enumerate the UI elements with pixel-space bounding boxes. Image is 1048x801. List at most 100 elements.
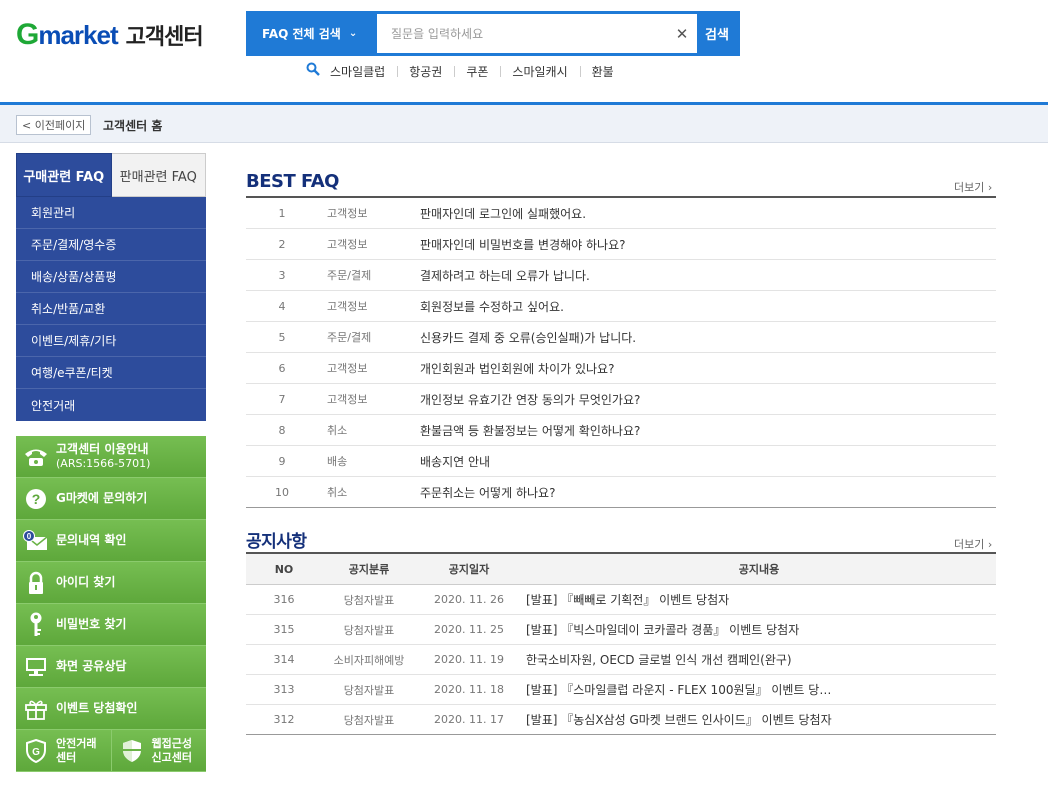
- faq-row[interactable]: 8 취소 환불금액 등 환불정보는 어떻게 확인하나요?: [246, 415, 996, 446]
- menu-item-delivery[interactable]: 배송/상품/상품평: [16, 261, 206, 293]
- search-input[interactable]: [377, 14, 667, 53]
- faq-no: 7: [278, 392, 286, 406]
- faq-category-menu: 회원관리 주문/결제/영수증 배송/상품/상품평 취소/반품/교환 이벤트/제휴…: [16, 197, 206, 421]
- faq-no: 2: [278, 237, 286, 251]
- faq-row[interactable]: 6 고객정보 개인회원과 법인회원에 차이가 있나요?: [246, 353, 996, 384]
- svg-text:?: ?: [32, 491, 41, 507]
- quicklink-coupon[interactable]: 쿠폰: [454, 63, 500, 80]
- menu-item-event[interactable]: 이벤트/제휴/기타: [16, 325, 206, 357]
- faq-row[interactable]: 9 배송 배송지연 안내: [246, 446, 996, 477]
- faq-category: 고객정보: [327, 393, 368, 406]
- best-faq-title: BEST FAQ: [246, 171, 340, 192]
- faq-question[interactable]: 개인정보 유효기간 연장 동의가 무엇인가요?: [420, 391, 996, 408]
- faq-row[interactable]: 10 취소 주문취소는 어떻게 하나요?: [246, 477, 996, 508]
- find-id-label: 아이디 찾기: [56, 575, 116, 589]
- header-date: 공지일자: [448, 563, 490, 576]
- faq-category: 주문/결제: [327, 269, 372, 282]
- faq-category: 고객정보: [327, 362, 368, 375]
- faq-question[interactable]: 환불금액 등 환불정보는 어떻게 확인하나요?: [420, 422, 996, 439]
- key-icon: [16, 612, 56, 638]
- logo-g: G: [16, 18, 39, 51]
- notice-title-link[interactable]: 한국소비자원, OECD 글로벌 인식 개선 캠페인(완구): [522, 651, 996, 668]
- faq-question[interactable]: 주문취소는 어떻게 하나요?: [420, 484, 996, 501]
- lock-icon: [16, 571, 56, 595]
- notice-category: 당첨자발표: [343, 623, 395, 637]
- inquiry-history-button[interactable]: 0 문의내역 확인: [16, 520, 206, 562]
- search-scope-select[interactable]: FAQ 전체 검색 ⌄: [249, 14, 377, 53]
- faq-category: 취소: [327, 424, 348, 437]
- inquiry-history-label: 문의내역 확인: [56, 533, 127, 547]
- table-row[interactable]: 314 소비자피해예방 2020. 11. 19 한국소비자원, OECD 글로벌 인…: [246, 645, 996, 675]
- tab-seller-faq[interactable]: 판매관련 FAQ: [111, 153, 206, 197]
- menu-item-safe-trade[interactable]: 안전거래: [16, 389, 206, 421]
- service-guide-button[interactable]: 고객센터 이용안내 (ARS:1566-5701): [16, 436, 206, 478]
- notice-no: 316: [273, 593, 295, 606]
- gmarket-logo[interactable]: G market 고객센터: [16, 18, 204, 52]
- faq-row[interactable]: 2 고객정보 판매자인데 비밀번호를 변경해야 하나요?: [246, 229, 996, 260]
- faq-question[interactable]: 결제하려고 하는데 오류가 납니다.: [420, 267, 996, 284]
- event-winner-button[interactable]: 이벤트 당첨확인: [16, 688, 206, 730]
- faq-row[interactable]: 4 고객정보 회원정보를 수정하고 싶어요.: [246, 291, 996, 322]
- faq-row[interactable]: 3 주문/결제 결제하려고 하는데 오류가 납니다.: [246, 260, 996, 291]
- menu-item-travel[interactable]: 여행/e쿠폰/티켓: [16, 357, 206, 389]
- menu-item-order[interactable]: 주문/결제/영수증: [16, 229, 206, 261]
- faq-question[interactable]: 회원정보를 수정하고 싶어요.: [420, 298, 996, 315]
- logo-customer-center: 고객센터: [125, 25, 204, 50]
- faq-question[interactable]: 신용카드 결제 중 오류(승인실패)가 납니다.: [420, 329, 996, 346]
- inquiry-button[interactable]: ? G마켓에 문의하기: [16, 478, 206, 520]
- svg-text:G: G: [32, 747, 40, 758]
- notice-title-link[interactable]: [발표] 『농심X삼성 G마켓 브랜드 인사이드』 이벤트 당첨자: [522, 711, 996, 728]
- mail-icon: 0: [16, 529, 56, 552]
- monitor-icon: [16, 656, 56, 678]
- quicklink-flight[interactable]: 항공권: [397, 63, 454, 80]
- find-password-button[interactable]: 비밀번호 찾기: [16, 604, 206, 646]
- faq-row[interactable]: 5 주문/결제 신용카드 결제 중 오류(승인실패)가 납니다.: [246, 322, 996, 353]
- notice-no: 312: [273, 713, 295, 726]
- table-row[interactable]: 316 당첨자발표 2020. 11. 26 [발표] 『빼빼로 기획전』 이벤트 당…: [246, 585, 996, 615]
- safe-trade-center-button[interactable]: G 안전거래 센터: [16, 730, 111, 772]
- header-title: 공지내용: [738, 563, 780, 576]
- notice-category: 소비자피해예방: [333, 653, 405, 667]
- screen-share-label: 화면 공유상담: [56, 659, 127, 673]
- gift-icon: [16, 698, 56, 720]
- faq-question[interactable]: 개인회원과 법인회원에 차이가 있나요?: [420, 360, 996, 377]
- table-row[interactable]: 312 당첨자발표 2020. 11. 17 [발표] 『농심X삼성 G마켓 브랜드 …: [246, 705, 996, 735]
- screen-share-button[interactable]: 화면 공유상담: [16, 646, 206, 688]
- shield-icon: [112, 739, 152, 763]
- faq-no: 8: [278, 423, 286, 437]
- quick-links: 스마일클럽 항공권 쿠폰 스마일캐시 환불: [306, 62, 626, 80]
- faq-question[interactable]: 판매자인데 로그인에 실패했어요.: [420, 205, 996, 222]
- search-button[interactable]: 검색: [697, 14, 737, 53]
- faq-category: 주문/결제: [327, 331, 372, 344]
- find-id-button[interactable]: 아이디 찾기: [16, 562, 206, 604]
- notice-no: 313: [273, 683, 295, 696]
- quicklink-refund[interactable]: 환불: [579, 63, 626, 80]
- faq-row[interactable]: 1 고객정보 판매자인데 로그인에 실패했어요.: [246, 198, 996, 229]
- tab-buyer-faq[interactable]: 구매관련 FAQ: [16, 153, 112, 197]
- notice-title-link[interactable]: [발표] 『빅스마일데이 코카콜라 경품』 이벤트 당첨자: [522, 621, 996, 638]
- back-button[interactable]: < 이전페이지: [16, 115, 92, 135]
- inquiry-label: G마켓에 문의하기: [56, 491, 148, 505]
- clear-icon[interactable]: ✕: [667, 14, 697, 53]
- notice-more-link[interactable]: 더보기 ›: [954, 536, 992, 552]
- faq-question[interactable]: 배송지연 안내: [420, 453, 996, 470]
- accessibility-report-button[interactable]: 웹접근성 신고센터: [110, 730, 206, 772]
- menu-item-member[interactable]: 회원관리: [16, 197, 206, 229]
- quicklink-smileclub[interactable]: 스마일클럽: [318, 63, 397, 80]
- menu-item-cancel[interactable]: 취소/반품/교환: [16, 293, 206, 325]
- notice-title-link[interactable]: [발표] 『스마일클럽 라운지 - FLEX 100원딜』 이벤트 당…: [522, 681, 996, 698]
- header-no: NO: [274, 562, 294, 576]
- service-split-row: G 안전거래 센터 웹접근성 신고센터: [16, 730, 206, 772]
- best-faq-more-link[interactable]: 더보기 ›: [954, 179, 992, 195]
- logo-market: market: [38, 20, 118, 50]
- faq-row[interactable]: 7 고객정보 개인정보 유효기간 연장 동의가 무엇인가요?: [246, 384, 996, 415]
- quicklink-smilecash[interactable]: 스마일캐시: [500, 63, 579, 80]
- table-row[interactable]: 315 당첨자발표 2020. 11. 25 [발표] 『빅스마일데이 코카콜라 경품…: [246, 615, 996, 645]
- header-category: 공지분류: [348, 563, 390, 576]
- table-row[interactable]: 313 당첨자발표 2020. 11. 18 [발표] 『스마일클럽 라운지 - FL…: [246, 675, 996, 705]
- notice-title-link[interactable]: [발표] 『빼빼로 기획전』 이벤트 당첨자: [522, 591, 996, 608]
- notice-category: 당첨자발표: [343, 683, 395, 697]
- best-faq-list: 1 고객정보 판매자인데 로그인에 실패했어요. 2 고객정보 판매자인데 비밀번호를 …: [246, 198, 996, 508]
- notice-category: 당첨자발표: [343, 593, 395, 607]
- faq-question[interactable]: 판매자인데 비밀번호를 변경해야 하나요?: [420, 236, 996, 253]
